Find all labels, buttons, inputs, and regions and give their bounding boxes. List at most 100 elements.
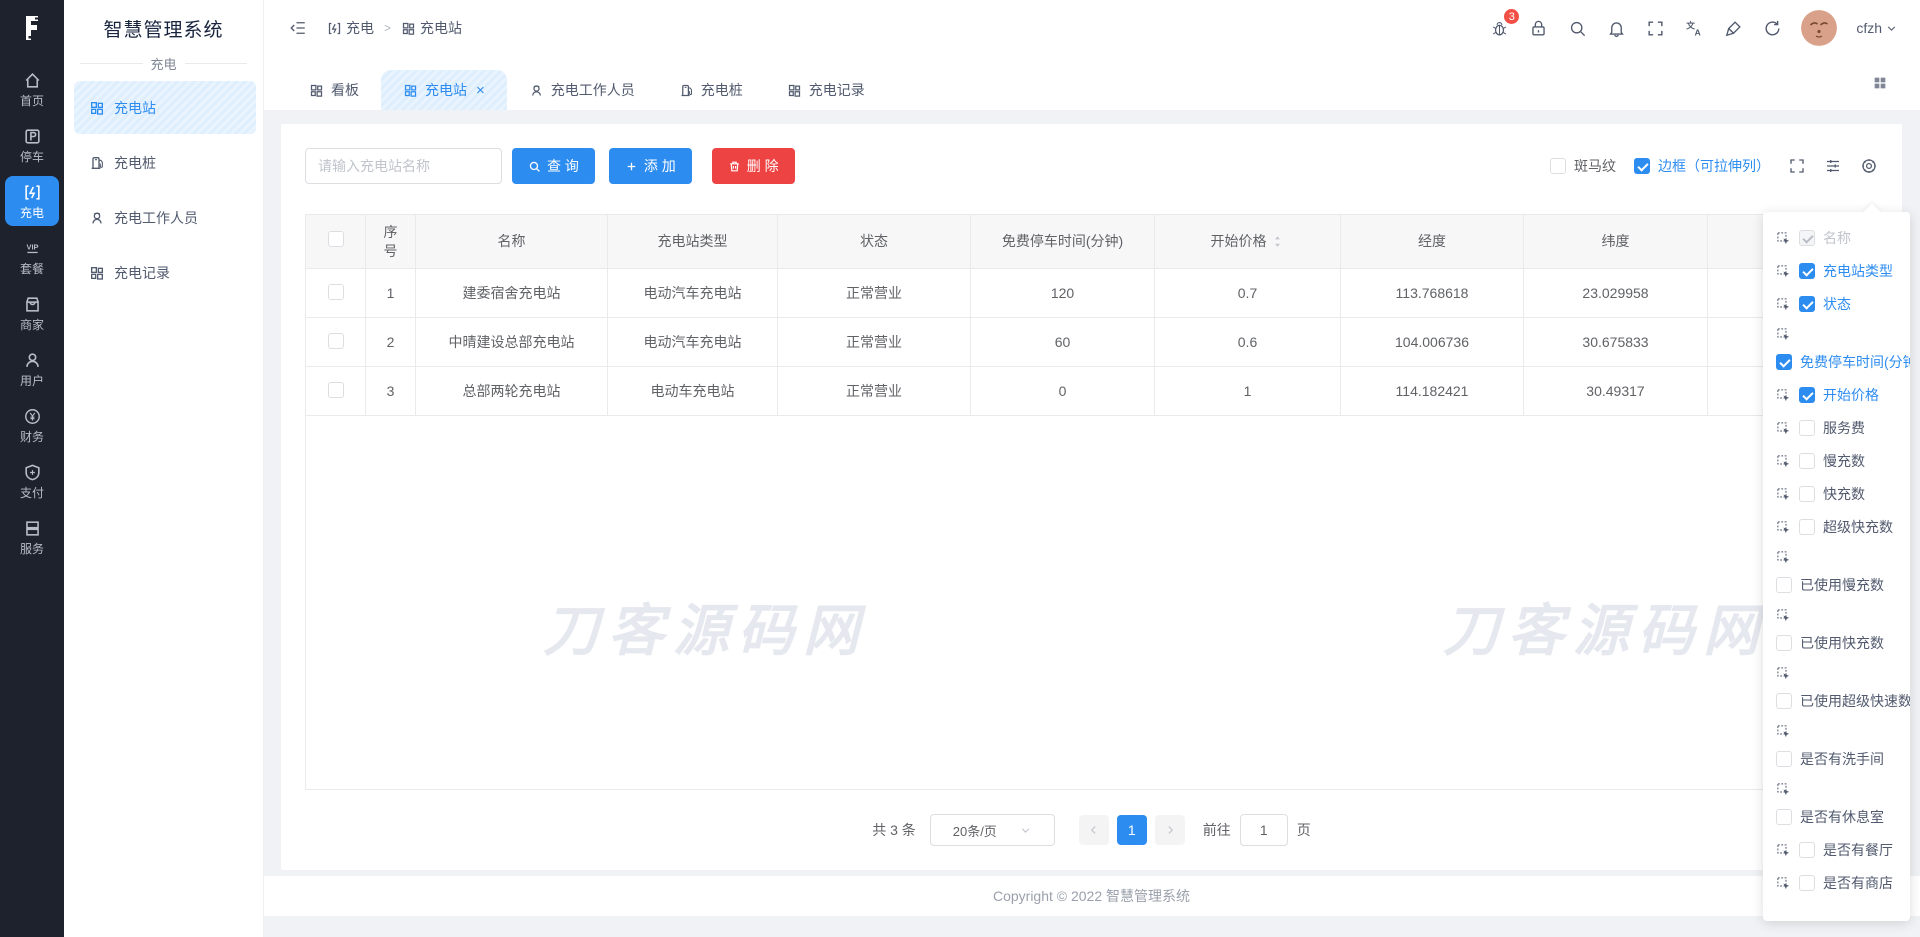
delete-button[interactable]: 删 除 (712, 148, 795, 184)
column-panel-item-has-lounge[interactable]: 是否有休息室 (1776, 782, 1910, 827)
drag-handle-icon[interactable] (1776, 608, 1791, 623)
column-toggle-checkbox[interactable] (1776, 693, 1792, 709)
drag-handle-icon[interactable] (1776, 487, 1791, 502)
rail-item-package[interactable]: VIP套餐 (5, 232, 59, 282)
column-toggle-checkbox[interactable] (1776, 809, 1792, 825)
tab-pile[interactable]: 充电桩 (657, 70, 765, 110)
close-icon[interactable]: × (476, 83, 485, 98)
select-all-checkbox[interactable] (328, 231, 344, 247)
column-panel-item-has-shop[interactable]: 是否有商店 (1776, 873, 1910, 893)
column-panel-item-service-fee[interactable]: 服务费 (1776, 418, 1910, 438)
rail-item-merchant[interactable]: 商家 (5, 288, 59, 338)
refresh-icon[interactable] (1762, 18, 1782, 38)
clean-brush-icon[interactable] (1723, 18, 1743, 38)
translate-icon[interactable]: 文A (1684, 18, 1704, 38)
sidebar-item-records[interactable]: 充电记录 (74, 246, 256, 299)
lock-icon[interactable] (1528, 18, 1548, 38)
column-toggle-checkbox[interactable] (1776, 751, 1792, 767)
tab-board[interactable]: 看板 (287, 70, 381, 110)
column-panel-item-has-restroom[interactable]: 是否有洗手间 (1776, 724, 1910, 769)
rail-item-home[interactable]: 首页 (5, 64, 59, 114)
column-toggle-checkbox[interactable] (1776, 577, 1792, 593)
rail-item-charging[interactable]: 充电 (5, 176, 59, 226)
bug-icon[interactable]: 3 (1489, 18, 1509, 38)
avatar[interactable] (1801, 10, 1837, 46)
column-panel-item-used-slow[interactable]: 已使用慢充数 (1776, 550, 1910, 595)
column-panel-item-used-fast[interactable]: 已使用快充数 (1776, 608, 1910, 653)
border-toggle[interactable]: 边框（可拉伸列） (1634, 156, 1770, 176)
column-panel-item-slow-count[interactable]: 慢充数 (1776, 451, 1910, 471)
drag-handle-icon[interactable] (1776, 782, 1791, 797)
drag-handle-icon[interactable] (1776, 454, 1791, 469)
drag-handle-icon[interactable] (1776, 724, 1791, 739)
drag-handle-icon[interactable] (1776, 231, 1791, 246)
sidebar-item-station[interactable]: 充电站 (74, 81, 256, 134)
table-row[interactable]: 2中晴建设总部充电站电动汽车充电站正常营业600.6104.00673630.6… (306, 318, 1878, 367)
column-toggle-checkbox[interactable] (1799, 519, 1815, 535)
drag-handle-icon[interactable] (1776, 876, 1791, 891)
drag-handle-icon[interactable] (1776, 388, 1791, 403)
column-panel-item-used-superfast[interactable]: 已使用超级快速数 (1776, 666, 1910, 711)
gear-icon[interactable] (1860, 157, 1878, 175)
column-toggle-checkbox[interactable] (1799, 263, 1815, 279)
tab-staff[interactable]: 充电工作人员 (507, 70, 657, 110)
column-panel-item-start-price[interactable]: 开始价格 (1776, 385, 1910, 405)
maximize-icon[interactable] (1788, 157, 1806, 175)
zebra-checkbox[interactable] (1550, 158, 1566, 174)
column-panel-item-status[interactable]: 状态 (1776, 294, 1910, 314)
table-row[interactable]: 3总部两轮充电站电动车充电站正常营业01114.18242130.49317 (306, 367, 1878, 416)
tab-station[interactable]: 充电站× (381, 70, 507, 110)
search-icon[interactable] (1567, 18, 1587, 38)
drag-handle-icon[interactable] (1776, 327, 1791, 342)
column-toggle-checkbox[interactable] (1776, 635, 1792, 651)
collapse-sidebar-icon[interactable] (289, 19, 307, 37)
column-toggle-checkbox[interactable] (1799, 387, 1815, 403)
next-page-button[interactable] (1155, 815, 1185, 845)
column-list-icon[interactable] (1824, 157, 1842, 175)
border-checkbox[interactable] (1634, 158, 1650, 174)
column-panel-item-fast-count[interactable]: 快充数 (1776, 484, 1910, 504)
rail-item-parking[interactable]: 停车 (5, 120, 59, 170)
breadcrumb-current[interactable]: 充电站 (401, 18, 462, 38)
app-logo[interactable] (0, 0, 64, 56)
column-toggle-checkbox[interactable] (1799, 453, 1815, 469)
column-panel-item-type[interactable]: 充电站类型 (1776, 261, 1910, 281)
rail-item-finance[interactable]: 财务 (5, 400, 59, 450)
column-toggle-checkbox[interactable] (1799, 296, 1815, 312)
column-panel-item-name[interactable]: 名称 (1776, 228, 1910, 248)
drag-handle-icon[interactable] (1776, 264, 1791, 279)
zebra-toggle[interactable]: 斑马纹 (1550, 156, 1616, 176)
drag-handle-icon[interactable] (1776, 843, 1791, 858)
rail-item-user[interactable]: 用户 (5, 344, 59, 394)
tab-records[interactable]: 充电记录 (765, 70, 887, 110)
page-size-select[interactable]: 20条/页 (930, 814, 1055, 846)
drag-handle-icon[interactable] (1776, 520, 1791, 535)
sidebar-item-staff[interactable]: 充电工作人员 (74, 191, 256, 244)
search-input[interactable] (305, 148, 502, 184)
column-toggle-checkbox[interactable] (1799, 875, 1815, 891)
rail-item-service[interactable]: 服务 (5, 512, 59, 562)
row-checkbox[interactable] (328, 382, 344, 398)
drag-handle-icon[interactable] (1776, 550, 1791, 565)
sort-icon[interactable] (1270, 234, 1285, 249)
breadcrumb-parent[interactable]: 充电 (327, 18, 374, 38)
column-header-start-price[interactable]: 开始价格 (1155, 215, 1341, 269)
query-button[interactable]: 查 询 (512, 148, 595, 184)
table-row[interactable]: 1建委宿舍充电站电动汽车充电站正常营业1200.7113.76861823.02… (306, 269, 1878, 318)
drag-handle-icon[interactable] (1776, 421, 1791, 436)
user-menu[interactable]: cfzh (1856, 20, 1898, 36)
column-toggle-checkbox[interactable] (1799, 230, 1815, 246)
column-toggle-checkbox[interactable] (1799, 420, 1815, 436)
column-toggle-checkbox[interactable] (1799, 842, 1815, 858)
column-panel-item-superfast-count[interactable]: 超级快充数 (1776, 517, 1910, 537)
column-toggle-checkbox[interactable] (1776, 354, 1792, 370)
prev-page-button[interactable] (1079, 815, 1109, 845)
page-number-button[interactable]: 1 (1117, 815, 1147, 845)
tab-options-grid-icon[interactable] (1872, 75, 1888, 91)
drag-handle-icon[interactable] (1776, 297, 1791, 312)
column-panel-item-has-restaurant[interactable]: 是否有餐厅 (1776, 840, 1910, 860)
row-checkbox[interactable] (328, 333, 344, 349)
row-checkbox[interactable] (328, 284, 344, 300)
goto-page-input[interactable] (1240, 814, 1288, 846)
column-panel-item-free-time[interactable]: 免费停车时间(分钟) (1776, 327, 1910, 372)
